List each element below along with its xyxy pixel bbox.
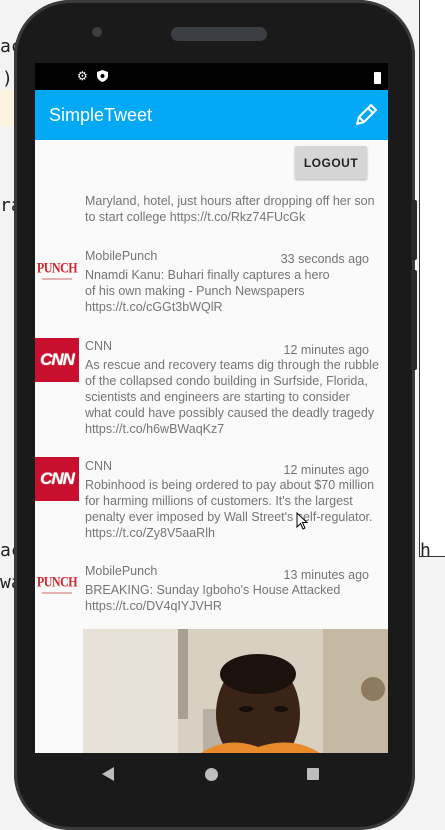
tweet-timestamp: 12 minutes ago [283,463,369,477]
code-fragment: h [420,540,431,561]
home-icon[interactable] [205,768,218,781]
system-nav-bar [14,753,415,798]
profile-avatar[interactable]: PUNCH [35,248,79,292]
tweet-body: BREAKING: Sunday Igboho's House Attacked… [85,583,341,613]
tweet-body: Nnamdi Kanu: Buhari finally captures a h… [85,268,330,314]
profile-avatar[interactable]: CNN [35,338,79,382]
volume-button[interactable] [411,200,417,260]
earpiece-speaker [171,27,267,41]
tweet-author: MobilePunch [85,249,158,263]
code-fragment: ) [2,68,13,89]
device-screen: ⚙ SimpleTweet LOGOUT Maryland, hotel, ju… [35,63,388,753]
tweet-timestamp: 13 minutes ago [283,568,369,582]
tweet-media-image[interactable] [83,629,388,753]
pencil-icon[interactable] [353,102,379,128]
tweet-author: CNN [85,459,113,473]
status-bar: ⚙ [35,63,388,90]
tweet-timestamp: 12 minutes ago [283,343,369,357]
app-bar: SimpleTweet [35,90,388,140]
recent-apps-icon[interactable] [307,768,319,780]
tweet-author: MobilePunch [85,564,158,578]
gear-icon: ⚙ [77,69,88,83]
tweet-body: As rescue and recovery teams dig through… [85,358,379,436]
app-title: SimpleTweet [49,105,153,125]
profile-avatar[interactable]: CNN [35,457,79,501]
shield-icon [97,70,108,85]
tweet-author: CNN [85,339,113,353]
power-button[interactable] [411,270,417,370]
tweet-timestamp: 33 seconds ago [280,252,369,266]
tweet-body: Robinhood is being ordered to pay about … [85,478,375,540]
front-camera [92,27,102,37]
tweet-body: Maryland, hotel, just hours after droppi… [85,194,375,224]
ide-side-panel [419,0,445,557]
mouse-cursor-icon [296,512,308,530]
logout-button[interactable]: LOGOUT [295,146,367,179]
back-icon[interactable] [102,767,114,781]
profile-avatar[interactable]: PUNCH [35,562,79,606]
battery-icon [374,72,381,84]
